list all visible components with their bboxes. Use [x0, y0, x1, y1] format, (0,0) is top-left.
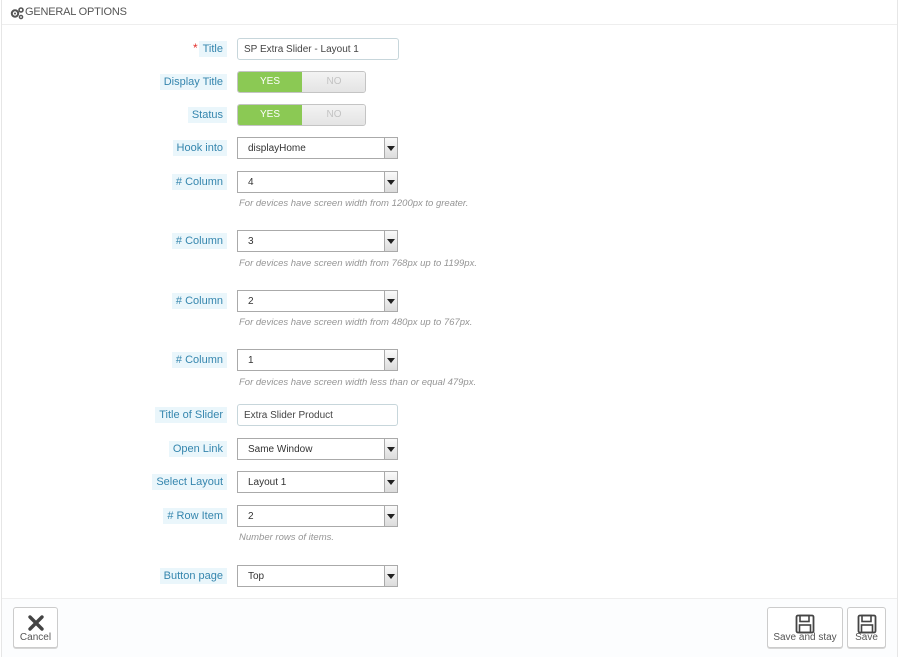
title-of-slider-row: Title of Slider — [2, 404, 897, 426]
display-title-label: Display Title — [159, 74, 227, 90]
row-item-label: # Row Item — [163, 508, 227, 524]
column-help: For devices have screen width from 768px… — [239, 258, 477, 269]
save-label: Save — [855, 632, 878, 643]
chevron-down-icon[interactable] — [384, 231, 397, 251]
column-label: # Column — [171, 352, 227, 368]
required-mark: * — [193, 41, 198, 55]
status-label: Status — [187, 107, 227, 123]
cancel-label: Cancel — [19, 632, 52, 643]
chevron-down-icon[interactable] — [384, 172, 397, 192]
floppy-disk-icon — [857, 614, 876, 634]
chevron-down-icon[interactable] — [384, 566, 397, 586]
column-help: For devices have screen width from 1200p… — [239, 198, 469, 209]
column-label: # Column — [171, 233, 227, 249]
button-page-row: Button page Top — [2, 565, 897, 587]
save-and-stay-button[interactable]: Save and stay — [767, 607, 843, 648]
row-item-value: 2 — [248, 511, 254, 522]
chevron-down-icon[interactable] — [384, 138, 397, 158]
column-row: # Column 2 — [2, 290, 897, 312]
cancel-button[interactable]: Cancel — [13, 607, 58, 648]
select-layout-value: Layout 1 — [248, 477, 287, 488]
title-label: Title — [198, 41, 227, 57]
general-options-panel: General Options * Title Display Title YE… — [1, 0, 898, 657]
cogs-icon — [10, 7, 24, 20]
chevron-down-icon[interactable] — [384, 291, 397, 311]
title-input[interactable] — [237, 38, 399, 60]
select-layout-label: Select Layout — [152, 474, 227, 490]
floppy-disk-icon — [795, 614, 815, 634]
status-row: Status YES NO — [2, 104, 897, 126]
status-switch: YES NO — [237, 104, 366, 126]
hook-into-label: Hook into — [172, 140, 227, 156]
row-item-select[interactable]: 2 — [237, 505, 398, 527]
chevron-down-icon[interactable] — [384, 506, 397, 526]
chevron-down-icon[interactable] — [384, 439, 397, 459]
display-title-switch: YES NO — [237, 71, 366, 93]
chevron-down-icon[interactable] — [384, 350, 397, 370]
column-row: # Column 3 — [2, 230, 897, 252]
display-title-row: Display Title YES NO — [2, 71, 897, 93]
button-page-select[interactable]: Top — [237, 565, 398, 587]
column-value: 2 — [248, 296, 254, 307]
column-value: 3 — [248, 236, 254, 247]
column-select[interactable]: 1 — [237, 349, 398, 371]
button-page-value: Top — [248, 571, 265, 582]
title-of-slider-input[interactable] — [237, 404, 398, 426]
column-label: # Column — [171, 293, 227, 309]
column-row: # Column 1 — [2, 349, 897, 371]
column-value: 1 — [248, 355, 254, 366]
select-layout-select[interactable]: Layout 1 — [237, 471, 398, 493]
save-button[interactable]: Save — [847, 607, 886, 648]
column-select[interactable]: 3 — [237, 230, 398, 252]
chevron-down-icon[interactable] — [384, 472, 397, 492]
column-help: For devices have screen width from 480px… — [239, 317, 473, 328]
row-item-help: Number rows of items. — [239, 532, 335, 543]
panel-footer: Cancel Save and stay Save — [2, 598, 897, 657]
status-no[interactable]: NO — [302, 105, 365, 125]
column-label: # Column — [171, 174, 227, 190]
hook-into-value: displayHome — [248, 143, 306, 154]
column-help: For devices have screen width less than … — [239, 377, 477, 388]
button-page-label: Button page — [159, 568, 227, 584]
status-yes[interactable]: YES — [238, 105, 302, 125]
row-item-row: # Row Item 2 — [2, 505, 897, 527]
column-value: 4 — [248, 177, 254, 188]
title-row: * Title — [2, 38, 897, 60]
save-and-stay-label: Save and stay — [773, 632, 837, 643]
select-layout-row: Select Layout Layout 1 — [2, 471, 897, 493]
panel-heading: General Options — [2, 0, 897, 25]
title-of-slider-label: Title of Slider — [155, 407, 227, 423]
display-title-yes[interactable]: YES — [238, 72, 302, 92]
display-title-no[interactable]: NO — [302, 72, 365, 92]
column-select[interactable]: 2 — [237, 290, 398, 312]
open-link-select[interactable]: Same Window — [237, 438, 398, 460]
column-select[interactable]: 4 — [237, 171, 398, 193]
open-link-label: Open Link — [168, 441, 227, 457]
open-link-row: Open Link Same Window — [2, 438, 897, 460]
panel-title: General Options — [25, 6, 127, 18]
close-icon — [27, 615, 44, 631]
open-link-value: Same Window — [248, 444, 313, 455]
hook-into-select[interactable]: displayHome — [237, 137, 398, 159]
hook-into-row: Hook into displayHome — [2, 137, 897, 159]
column-row: # Column 4 — [2, 171, 897, 193]
